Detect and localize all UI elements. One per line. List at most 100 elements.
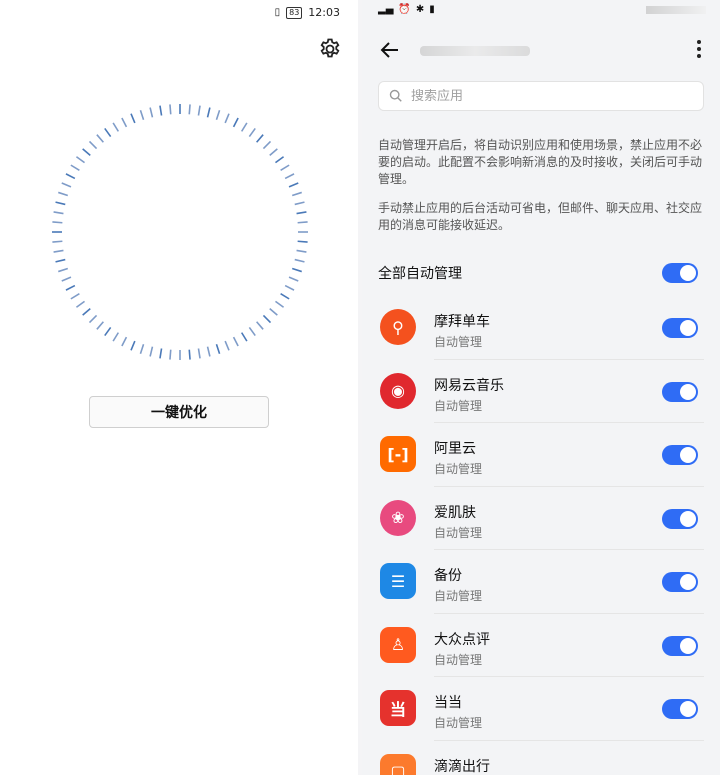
ring-tick xyxy=(188,104,191,115)
lotus-icon: ❀ xyxy=(380,499,416,536)
optimizer-panel: ▯ 83 12:03 一键优化 xyxy=(0,0,358,775)
ring-tick xyxy=(284,284,295,291)
app-auto-manage-toggle[interactable] xyxy=(662,381,698,402)
ring-tick xyxy=(291,191,302,197)
one-click-optimize-button[interactable]: 一键优化 xyxy=(89,396,269,428)
top-app-bar xyxy=(362,28,720,72)
ring-tick xyxy=(149,346,154,357)
app-auto-manage-toggle[interactable] xyxy=(662,445,698,465)
app-manage-status: 自动管理 xyxy=(434,652,483,667)
vibrate-icon: ▯ xyxy=(274,7,281,18)
app-row[interactable]: 当当当 自动管理 xyxy=(362,677,720,741)
dangdang-icon: 当 xyxy=(380,690,416,726)
ring-tick xyxy=(70,292,80,300)
ring-tick xyxy=(149,107,154,118)
ring-tick xyxy=(284,173,295,180)
ring-tick xyxy=(215,110,221,121)
ring-tick xyxy=(297,240,308,243)
app-row[interactable]: ◉ 网易云音乐 自动管理 xyxy=(362,360,720,423)
back-arrow-icon[interactable] xyxy=(378,38,402,62)
app-auto-manage-toggle[interactable] xyxy=(662,508,698,529)
ring-tick xyxy=(224,113,230,124)
app-name: 备份 xyxy=(434,568,462,584)
ring-tick xyxy=(55,201,66,206)
scan-progress-ring xyxy=(52,104,308,360)
battery-icon: ▮ xyxy=(429,4,435,15)
app-name: 大众点评 xyxy=(434,631,490,648)
app-row[interactable]: [-] 阿里云 自动管理 xyxy=(362,423,720,487)
app-row[interactable]: ♙ 大众点评自动管理 xyxy=(362,614,720,677)
ring-tick xyxy=(130,340,136,351)
ring-tick xyxy=(288,182,299,188)
ring-tick xyxy=(104,326,112,337)
bluetooth-icon: ✱ xyxy=(415,4,425,15)
ring-tick xyxy=(70,164,80,172)
signal-icon: ▂▄ xyxy=(378,4,394,15)
app-row[interactable]: ⚲ 摩拜单车 自动管理 xyxy=(362,296,720,360)
person-icon: ♙ xyxy=(380,626,416,663)
app-name: 网易云音乐 xyxy=(434,377,504,394)
page-title-blurred xyxy=(420,46,530,56)
manual-manage-description: 手动禁止应用的后台活动可省电，但邮件、聊天应用、社交应用的消息可能接收延迟。 xyxy=(378,201,703,232)
ring-tick xyxy=(112,122,120,132)
search-input[interactable] xyxy=(411,88,671,104)
app-manage-status: 自动管理 xyxy=(434,335,483,349)
ring-tick xyxy=(197,105,201,116)
ring-tick xyxy=(262,314,272,324)
ring-tick xyxy=(88,314,98,324)
app-row[interactable]: ▢ 滴滴出行 xyxy=(362,741,720,775)
app-manage-status: 自动管理 xyxy=(434,716,483,730)
app-auto-manage-toggle[interactable] xyxy=(662,572,698,592)
app-auto-manage-toggle[interactable] xyxy=(662,635,698,656)
ring-tick xyxy=(75,300,86,308)
ring-tick xyxy=(197,348,201,359)
ring-tick xyxy=(280,292,290,300)
ring-tick xyxy=(188,349,191,360)
didi-icon: ▢ xyxy=(380,753,416,775)
app-manage-status: 自动管理 xyxy=(434,589,483,603)
ring-tick xyxy=(61,276,72,282)
ring-tick xyxy=(139,343,145,354)
ring-tick xyxy=(121,336,128,347)
ring-tick xyxy=(82,308,91,316)
battery-level: 83 xyxy=(286,6,303,19)
ring-tick xyxy=(248,127,256,138)
ring-tick xyxy=(206,107,211,118)
ring-tick xyxy=(82,148,91,156)
ring-tick xyxy=(224,340,230,351)
more-options-icon[interactable] xyxy=(696,38,702,60)
app-name: 摩拜单车 xyxy=(434,314,490,330)
search-box[interactable] xyxy=(378,81,704,111)
backup-icon: ☰ xyxy=(380,563,416,599)
ring-tick xyxy=(139,110,145,121)
status-bar-right: ▂▄ ⏰ ✱ ▮ xyxy=(378,4,435,15)
app-auto-manage-toggle[interactable] xyxy=(662,318,698,338)
all-auto-manage-label: 全部自动管理 xyxy=(378,266,462,282)
music-icon: ◉ xyxy=(380,372,416,409)
app-auto-manage-toggle[interactable] xyxy=(662,699,698,719)
ring-tick xyxy=(55,258,66,263)
app-row[interactable]: ❀ 爱肌肤 自动管理 xyxy=(362,487,720,550)
all-auto-manage-toggle[interactable] xyxy=(662,263,698,283)
ring-tick xyxy=(240,122,248,132)
app-launch-panel: ▂▄ ⏰ ✱ ▮ 自动管理开启后，将自动识别应用和使用场景，禁止应用不必要的启动… xyxy=(362,0,720,775)
app-name: 阿里云 xyxy=(434,441,476,457)
ring-tick xyxy=(215,343,221,354)
ring-tick xyxy=(88,140,98,150)
ring-tick xyxy=(53,211,64,215)
screen: ▯ 83 12:03 一键优化 ▂▄ ⏰ ✱ ▮ 搜索应用 自动管理开启后，将自… xyxy=(0,0,720,775)
app-row[interactable]: ☰ 备份自动管理 xyxy=(362,550,720,614)
ring-tick xyxy=(296,249,307,253)
ring-tick xyxy=(96,134,104,143)
app-name: 爱肌肤 xyxy=(434,504,476,521)
ring-tick xyxy=(58,267,69,273)
gear-icon[interactable] xyxy=(318,37,342,61)
app-manage-status: 自动管理 xyxy=(434,462,483,476)
ring-tick xyxy=(296,211,307,215)
ring-tick xyxy=(232,117,239,128)
ring-tick xyxy=(291,267,302,273)
app-name: 滴滴出行 xyxy=(434,758,490,775)
ring-tick xyxy=(262,140,272,150)
search-icon xyxy=(389,89,402,102)
status-bar-left: ▯ 83 12:03 xyxy=(275,6,340,19)
